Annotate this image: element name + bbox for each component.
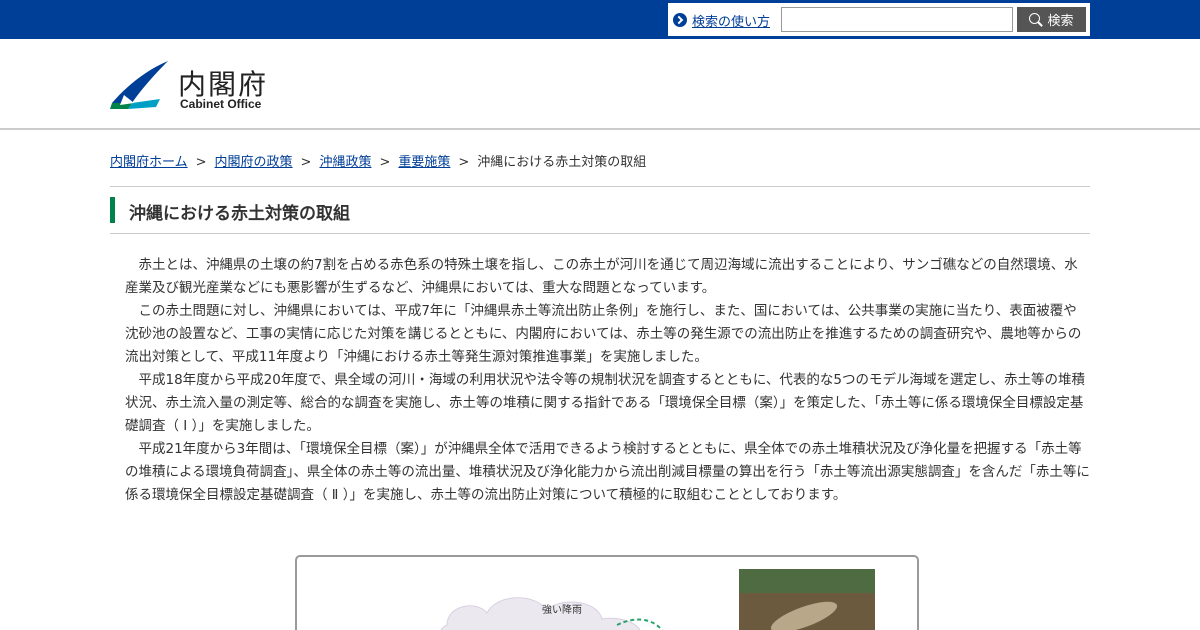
search-button-label: 検索 [1047,14,1074,29]
breadcrumb-home[interactable]: 内閣府ホーム [110,155,188,170]
paragraph: 赤土とは、沖縄県の土壌の約7割を占める赤色系の特殊土壌を指し、この赤土が河川を通… [125,257,1078,296]
paragraph: 平成18年度から平成20年度で、県全域の河川・海域の利用状況や法令等の規制状況を… [125,372,1085,434]
page-title: 沖縄における赤土対策の取組 [129,204,350,224]
title-accent-bar [110,197,115,223]
breadcrumb-okinawa-policy[interactable]: 沖縄政策 [319,155,371,170]
title-divider-bottom [110,233,1090,234]
figure-label: 強い降雨 [542,605,582,616]
breadcrumb-key-measures[interactable]: 重要施策 [398,155,450,170]
breadcrumb-policies[interactable]: 内閣府の政策 [215,155,293,170]
search-area: 検索の使い方 検索 [668,3,1090,36]
paragraph: 平成21年度から3年間は、「環境保全目標（案）」が沖縄県全体で活用できるよう検討… [125,441,1090,503]
breadcrumb-current: 沖縄における赤土対策の取組 [477,155,647,170]
site-header: 内閣府 Cabinet Office [0,39,1200,130]
breadcrumb-separator: > [458,155,470,170]
logo-english-name: Cabinet Office [180,97,262,111]
breadcrumb-separator: > [300,155,312,170]
search-button[interactable]: 検索 [1017,7,1086,32]
cabinet-office-logo-icon[interactable] [110,61,170,109]
breadcrumb: 内閣府ホーム > 内閣府の政策 > 沖縄政策 > 重要施策 > 沖縄における赤土対策の取組 [110,151,1090,170]
breadcrumb-separator: > [379,155,391,170]
title-divider-top [110,186,1090,187]
top-bar: 検索の使い方 検索 [0,0,1200,39]
search-help-link[interactable]: 検索の使い方 [692,11,770,30]
paragraph: この赤土問題に対し、沖縄県においては、平成7年に「沖縄県赤土等流出防止条例」を施… [125,303,1082,365]
search-icon [1029,12,1043,27]
soil-erosion-photo [739,569,875,630]
red-soil-diagram-image: 強い降雨 [295,555,919,630]
breadcrumb-separator: > [195,155,207,170]
main-content: 赤土とは、沖縄県の土壌の約7割を占める赤色系の特殊土壌を指し、この赤土が河川を通… [125,254,1090,507]
chevron-right-icon [673,13,687,27]
search-input[interactable] [781,7,1013,32]
